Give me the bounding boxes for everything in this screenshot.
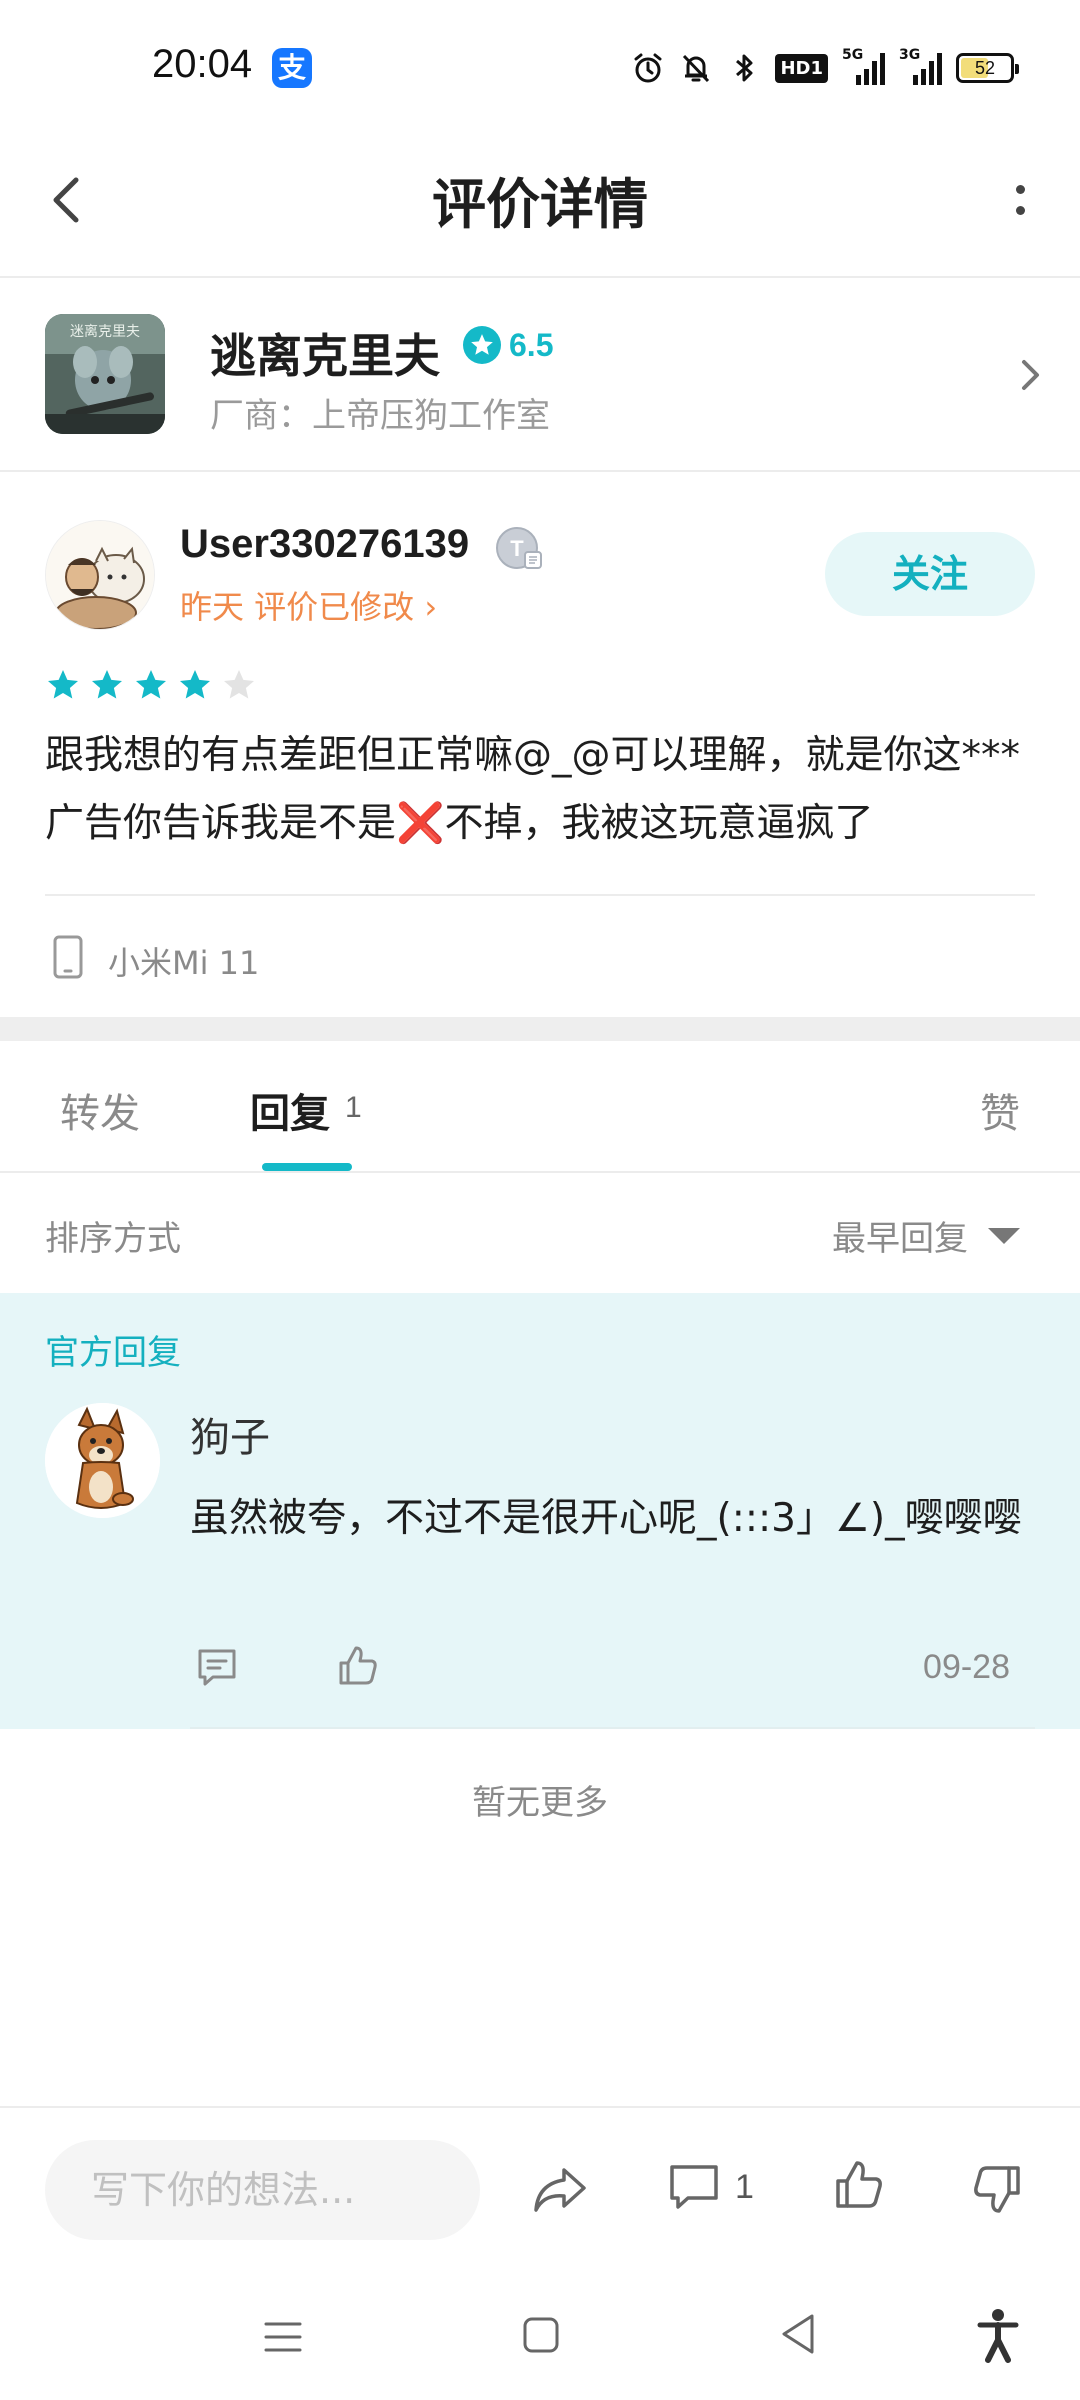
rating-stars bbox=[45, 667, 257, 703]
thumbs-down-icon[interactable] bbox=[970, 2162, 1024, 2216]
section-divider bbox=[0, 1017, 1080, 1041]
game-thumbnail[interactable]: 迷离克里夫 bbox=[45, 314, 165, 434]
username[interactable]: User330276139 bbox=[180, 522, 469, 567]
home-square-icon[interactable] bbox=[522, 2316, 560, 2354]
avatar[interactable] bbox=[45, 520, 155, 630]
review-meta[interactable]: 昨天 评价已修改 › bbox=[180, 582, 437, 628]
status-time: 20:04 bbox=[152, 42, 253, 86]
review-text: 跟我想的有点差距但正常嘛@_@可以理解，就是你这***广告你告诉我是不是❌不掉，… bbox=[45, 733, 1021, 846]
battery-icon: 52 bbox=[956, 53, 1019, 83]
rating-value: 6.5 bbox=[509, 326, 554, 363]
svg-text:迷离克里夫: 迷离克里夫 bbox=[70, 323, 140, 340]
accessibility-icon[interactable] bbox=[976, 2308, 1020, 2364]
menu-icon[interactable] bbox=[262, 2316, 304, 2358]
share-icon[interactable] bbox=[530, 2164, 590, 2218]
system-nav-bar bbox=[0, 2272, 1080, 2400]
phone-icon bbox=[52, 934, 84, 980]
star-filled-icon bbox=[180, 670, 210, 699]
thumbs-up-icon[interactable] bbox=[832, 2158, 886, 2212]
back-triangle-icon[interactable] bbox=[778, 2312, 818, 2356]
status-icons: HD1 5G 3G 52 bbox=[631, 47, 1019, 88]
signal-5g-icon: 5G bbox=[842, 47, 885, 85]
sort-label: 排序方式 bbox=[45, 1219, 181, 1259]
tab-reply-count: 1 bbox=[345, 1091, 362, 1124]
reply-text: 虽然被夸，不过不是很开心呢_(:::3」∠)_嘤嘤嘤 bbox=[190, 1496, 1022, 1541]
sort-row: 排序方式 最早回复 bbox=[0, 1173, 1080, 1293]
hd-icon: HD1 bbox=[775, 53, 828, 83]
chevron-right-small-icon: › bbox=[414, 588, 438, 626]
game-vendor: 厂商：上帝压狗工作室 bbox=[210, 396, 550, 436]
divider bbox=[45, 894, 1035, 896]
official-reply-label: 官方回复 bbox=[45, 1333, 181, 1373]
sort-selected-value: 最早回复 bbox=[832, 1219, 968, 1259]
game-rating: 6.5 bbox=[463, 326, 553, 364]
more-dot-icon bbox=[1015, 206, 1025, 215]
comment-icon[interactable] bbox=[668, 2162, 720, 2212]
no-more-text: 暂无更多 bbox=[472, 1783, 608, 1823]
comment-count: 1 bbox=[735, 2168, 754, 2206]
game-artwork-icon: 迷离克里夫 bbox=[45, 314, 165, 434]
more-options-button[interactable] bbox=[990, 170, 1050, 230]
avatar[interactable] bbox=[45, 1403, 160, 1518]
thumbs-up-icon[interactable] bbox=[335, 1643, 381, 1689]
user-avatar-image bbox=[46, 521, 154, 629]
star-filled-icon bbox=[92, 670, 122, 699]
review: User330276139 T 昨天 评价已修改 › 关注 跟我想的有点差距但正… bbox=[0, 472, 1080, 1017]
star-filled-icon bbox=[48, 670, 78, 699]
tab-forward[interactable]: 转发 bbox=[60, 1081, 140, 1139]
dog-avatar-image bbox=[45, 1403, 160, 1518]
action-bar: 1 bbox=[0, 2106, 1080, 2270]
tab-like[interactable]: 赞 bbox=[980, 1081, 1020, 1139]
rating-star-icon bbox=[463, 326, 501, 364]
follow-button[interactable]: 关注 bbox=[825, 532, 1035, 616]
page-title: 评价详情 bbox=[432, 173, 648, 236]
tab-reply[interactable]: 回复 bbox=[250, 1081, 330, 1139]
sort-dropdown[interactable]: 最早回复 bbox=[832, 1211, 1020, 1260]
game-card[interactable]: 迷离克里夫 逃离克里夫 6.5 厂商：上帝压狗工作室 bbox=[0, 278, 1080, 472]
svg-text:T: T bbox=[510, 536, 524, 561]
official-reply: 官方回复 狗子 虽然被夸，不过不是很开心呢_(:::3」∠)_嘤嘤嘤 09-28 bbox=[0, 1293, 1080, 1729]
user-level-badge-icon: T bbox=[495, 524, 545, 574]
reply-date: 09-28 bbox=[923, 1648, 1010, 1686]
device-name: 小米Mi 11 bbox=[108, 944, 260, 982]
tab-indicator bbox=[262, 1163, 352, 1171]
status-bar: 20:04 支 HD1 5G 3G 52 bbox=[0, 0, 1080, 130]
mute-bell-icon bbox=[679, 51, 713, 85]
comment-input[interactable] bbox=[45, 2140, 480, 2240]
tab-bar: 转发 回复 1 赞 bbox=[0, 1041, 1080, 1173]
bluetooth-icon bbox=[727, 51, 761, 85]
chevron-right-icon[interactable] bbox=[1010, 350, 1050, 400]
star-filled-icon bbox=[136, 670, 166, 699]
star-empty-icon bbox=[224, 670, 254, 699]
alarm-icon bbox=[631, 51, 665, 85]
caret-down-icon bbox=[988, 1227, 1020, 1244]
game-name[interactable]: 逃离克里夫 bbox=[210, 320, 440, 386]
reply-author[interactable]: 狗子 bbox=[190, 1405, 270, 1463]
divider bbox=[190, 1727, 1035, 1729]
alipay-icon: 支 bbox=[272, 48, 312, 88]
header: 评价详情 bbox=[0, 130, 1080, 278]
comment-icon[interactable] bbox=[195, 1645, 239, 1689]
signal-3g-icon: 3G bbox=[899, 47, 942, 85]
more-dot-icon bbox=[1015, 185, 1025, 194]
